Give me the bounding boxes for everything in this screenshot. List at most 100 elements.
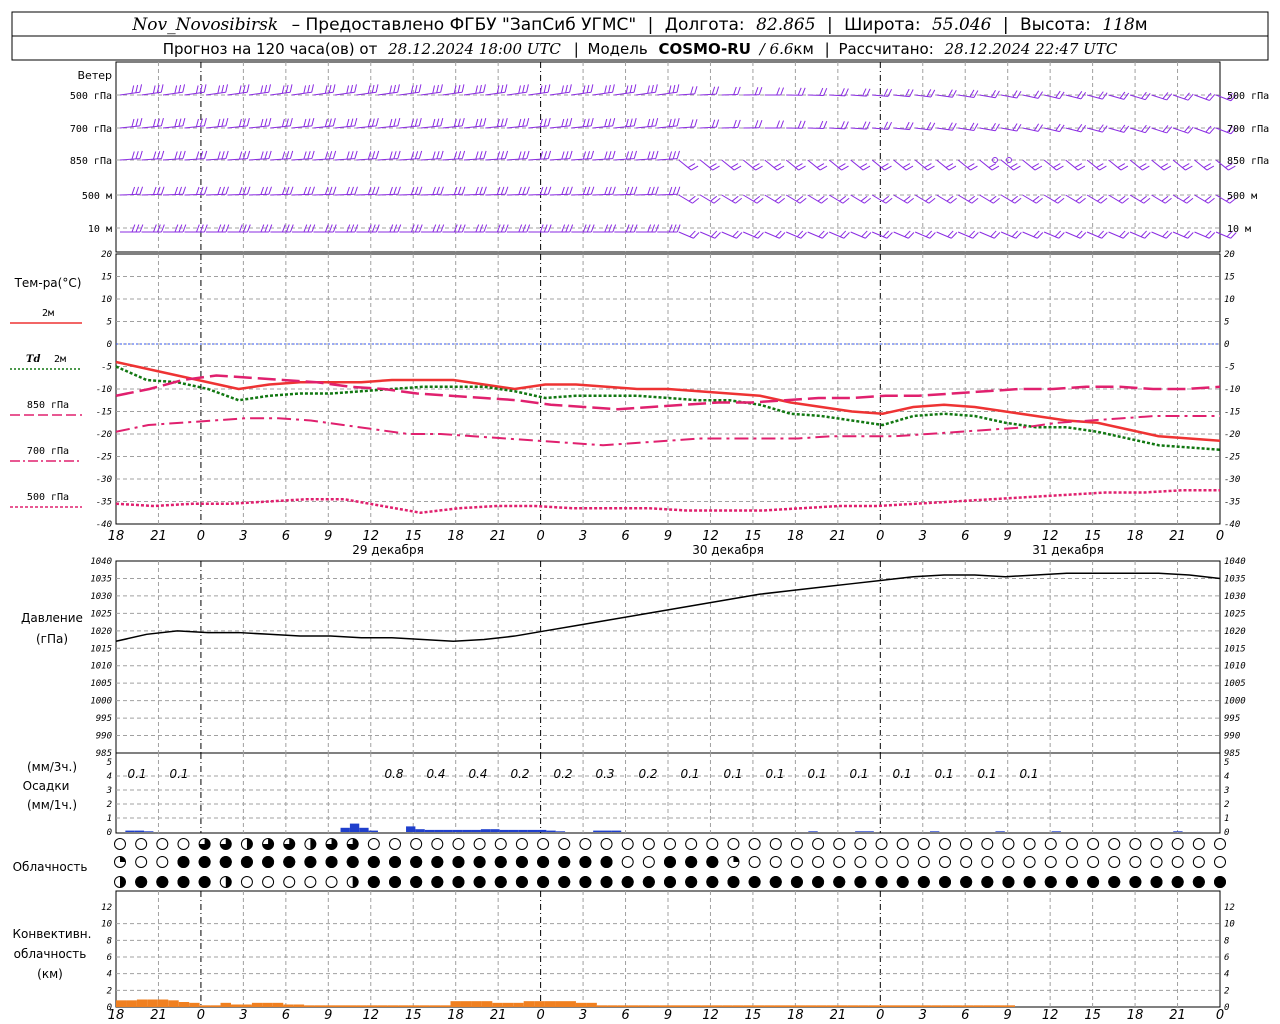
wind-barb-feather [865,232,872,239]
wind-barb-feather [1097,195,1104,202]
wind-barb-feather [612,150,616,159]
wind-barb-feather [161,186,165,195]
pressure-ytick: 1025 [90,609,112,619]
meteogram: Nov_Novosibirsk – Предоставлено ФГБУ "За… [10,11,1269,1023]
wind-barb-feather [1187,232,1194,239]
wind-barb-feather [1122,232,1130,239]
temp-ytick-right: -5 [1224,363,1235,373]
time-label-mid: 9 [324,529,332,544]
legend-td2m-label: 2м [54,354,66,365]
wind-barb-feather [1056,165,1064,171]
conv-ytick-right: 2 [1224,986,1229,996]
wind-barb-feather [268,84,272,93]
wind-barb-feather [354,186,358,195]
wind-barb-feather [131,186,136,195]
wind-barb-feather [1058,232,1065,239]
wind-barb-feather [246,84,250,93]
precip-bar [537,829,547,832]
time-label-mid: 9 [1004,529,1012,544]
wind-level-850hpa: 850 гПа [70,156,112,167]
wind-barb-feather [479,151,483,160]
time-label-mid: 21 [830,529,847,544]
wind-barb-feather [882,195,890,202]
wind-barb-feather [1205,125,1212,133]
wind-barb-feather [970,165,978,171]
wind-barb-feather [730,163,739,168]
pressure-ytick: 1010 [90,662,112,672]
wind-barb-staff [1086,194,1102,204]
wind-barb-feather [518,186,522,195]
wind-barb-staff [313,158,334,161]
wind-barb-feather [561,85,564,94]
wind-barb-feather [414,118,418,127]
wind-barb-feather [582,186,587,195]
wind-barb-feather [131,85,135,94]
wind-barb-staff [721,159,735,171]
cloud-fill-half [246,838,253,850]
wind-barb-feather [160,150,165,159]
wind-barb-staff [635,158,656,161]
wind-barb-feather [289,118,293,127]
wind-barb-staff [356,158,377,161]
wind-barb-staff [377,158,398,161]
cloud-circle [1129,838,1142,850]
wind-barb-feather [483,84,486,93]
cloud-fill-full [875,876,888,888]
pressure-ytick-right: 1000 [1224,697,1246,707]
wind-barb-staff [420,125,441,129]
wind-barb-feather [754,120,759,128]
wind-level-10m: 10 м [88,224,112,235]
wind-barb-feather [203,186,208,195]
cloud-circle [473,838,486,850]
wind-barb-feather [414,186,419,195]
wind-barb-feather [203,150,208,159]
wind-barb-feather [843,232,850,239]
conv-ytick: 2 [107,986,112,996]
wind-barb-feather [152,85,156,94]
cloud-fill-full [494,856,507,868]
wind-barb-feather [156,151,161,160]
pressure-ytick: 1040 [90,557,112,567]
time-label-bottom: 0 [536,1008,544,1023]
wind-barb-staff [592,193,613,196]
wind-barb-feather [311,150,315,159]
wind-barb-feather [709,163,717,168]
wind-barb-feather [246,150,251,159]
precip-bar [434,829,444,832]
wind-barb-feather [994,90,1000,99]
wind-barb-feather [1031,163,1040,168]
wind-barb-feather [904,230,911,238]
wind-barb-feather [504,186,509,195]
legend-t700-label: 700 гПа [27,446,69,457]
precip-title: Осадки [23,779,70,793]
cloud-circle [1150,838,1163,850]
wind-barb-feather [539,118,543,127]
wind-barb-feather [797,120,802,129]
cloud-fill-full [664,856,676,868]
time-label-mid: 18 [447,529,464,544]
cloud-circle [706,838,719,850]
cloud-fill-full [685,876,698,888]
conv-title-2: облачность [14,947,87,961]
wind-barb-feather [950,232,958,239]
day-label-29: 29 декабря [352,543,424,557]
precip-ytick: 1 [107,814,112,824]
wind-barb-feather [414,151,419,160]
wind-barb-feather [1164,197,1172,204]
wind-barb-staff [119,125,140,129]
temp-ytick: -30 [96,475,112,485]
wind-level-700hpa: 700 гПа [70,124,112,135]
wind-barb-feather [991,165,1000,171]
time-label-bottom: 0 [1216,1008,1224,1023]
conv-bar [795,1005,806,1007]
time-label-mid: 12 [1042,529,1059,544]
time-label-bottom: 21 [830,1008,847,1023]
cloud-fill-full [473,876,486,888]
cloud-fill-full [367,856,380,868]
precip-bar [359,827,369,832]
wind-barb-feather [1080,125,1087,133]
conv-ytick: 6 [107,953,112,963]
cloud-fill-full [389,856,401,868]
wind-barb-feather [260,151,264,160]
conv-bar [304,1005,315,1007]
